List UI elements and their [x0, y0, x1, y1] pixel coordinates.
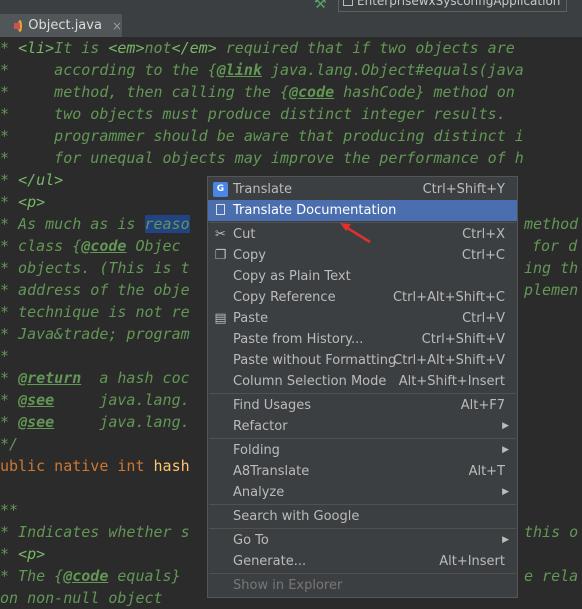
code-line: * technique is not re	[0, 303, 190, 321]
menu-item-find-usages[interactable]: Find Usages Alt+F7	[208, 395, 517, 416]
code-line: * according to the {@link java.lang.Obje…	[0, 61, 524, 79]
run-config-label: EnterprisewxSysconfigApplication	[357, 0, 561, 8]
submenu-arrow-icon: ▶	[502, 421, 509, 431]
code-line: *	[0, 347, 10, 365]
submenu-arrow-icon: ▶	[502, 445, 509, 455]
clipboard-icon: ▤	[214, 311, 227, 326]
menu-item-paste-without-formatting[interactable]: Paste without Formatting Ctrl+Alt+Shift+…	[208, 350, 517, 371]
menu-item-paste-from-history[interactable]: Paste from History... Ctrl+Shift+V	[208, 329, 517, 350]
code-line: * As much as is reaso	[0, 215, 190, 233]
code-line-tail: plemen	[524, 281, 579, 299]
menu-separator	[209, 504, 516, 505]
menu-item-search-with-google[interactable]: Search with Google	[208, 506, 517, 527]
code-line-tail: e rela	[524, 567, 579, 585]
menu-separator	[209, 438, 516, 439]
code-line: * The {@code equals}	[0, 567, 181, 585]
menu-item-a8translate[interactable]: A8Translate Alt+T	[208, 461, 517, 482]
code-line-tail: method	[524, 215, 579, 233]
code-line-tail: ing th	[524, 259, 579, 277]
code-line: * Indicates whether s	[0, 523, 190, 541]
selected-text: reaso	[144, 215, 190, 233]
menu-separator	[209, 573, 516, 574]
red-annotation-arrow	[340, 223, 371, 244]
toolbar: ⚒ EnterprisewxSysconfigApplication	[0, 0, 582, 14]
code-line: * @see java.lang.	[0, 413, 190, 431]
google-translate-icon: G	[213, 182, 228, 197]
code-line: * <p>	[0, 545, 46, 563]
build-hammer-icon[interactable]: ⚒	[314, 0, 327, 12]
menu-item-copy-reference[interactable]: Copy Reference Ctrl+Alt+Shift+C	[208, 287, 517, 308]
menu-item-copy[interactable]: ❐ Copy Ctrl+C	[208, 245, 517, 266]
code-line: * programmer should be aware that produc…	[0, 127, 524, 145]
code-line: on non-null object	[0, 589, 163, 607]
menu-item-refactor[interactable]: Refactor ▶	[208, 416, 517, 437]
scissors-icon: ✂	[215, 227, 226, 242]
code-line: * address of the obje	[0, 281, 190, 299]
code-line: * Java&trade; program	[0, 325, 190, 343]
submenu-arrow-icon: ▶	[502, 535, 509, 545]
menu-item-show-in-explorer[interactable]: Show in Explorer	[208, 575, 517, 596]
code-line: * method, then calling the {@code hashCo…	[0, 83, 515, 101]
code-line: * two objects must produce distinct inte…	[0, 105, 506, 123]
code-line: * </ul>	[0, 171, 64, 189]
code-line: * for unequal objects may improve the pe…	[0, 149, 524, 167]
run-configuration-selector[interactable]: EnterprisewxSysconfigApplication	[338, 0, 568, 12]
code-line: * <p>	[0, 193, 46, 211]
code-line-tail: for d	[532, 237, 578, 255]
menu-item-paste[interactable]: ▤ Paste Ctrl+V	[208, 308, 517, 329]
document-icon	[216, 204, 225, 215]
close-tab-icon[interactable]: ×	[112, 19, 122, 33]
menu-separator	[209, 393, 516, 394]
menu-separator	[209, 528, 516, 529]
code-line: * objects. (This is t	[0, 259, 190, 277]
code-line: * @see java.lang.	[0, 391, 190, 409]
tab-filename: Object.java	[28, 18, 102, 33]
code-line: ublic native int hash	[0, 457, 190, 475]
code-line: */	[0, 435, 19, 453]
run-config-icon	[343, 0, 353, 6]
java-class-icon	[13, 19, 23, 32]
code-line: * class {@code Objec	[0, 237, 181, 255]
code-line: * @return a hash coc	[0, 369, 190, 387]
menu-item-generate[interactable]: Generate... Alt+Insert	[208, 551, 517, 572]
menu-item-analyze[interactable]: Analyze ▶	[208, 482, 517, 503]
code-line: * <li>It is <em>not</em> required that i…	[0, 39, 515, 57]
submenu-arrow-icon: ▶	[502, 487, 509, 497]
menu-item-column-selection-mode[interactable]: Column Selection Mode Alt+Shift+Insert	[208, 371, 517, 392]
menu-item-go-to[interactable]: Go To ▶	[208, 530, 517, 551]
menu-item-folding[interactable]: Folding ▶	[208, 440, 517, 461]
code-line-tail: this o	[524, 523, 579, 541]
code-line: **	[0, 501, 19, 519]
copy-icon: ❐	[214, 248, 227, 263]
menu-item-translate[interactable]: G Translate Ctrl+Shift+Y	[208, 179, 517, 200]
menu-item-copy-as-plain-text[interactable]: Copy as Plain Text	[208, 266, 517, 287]
